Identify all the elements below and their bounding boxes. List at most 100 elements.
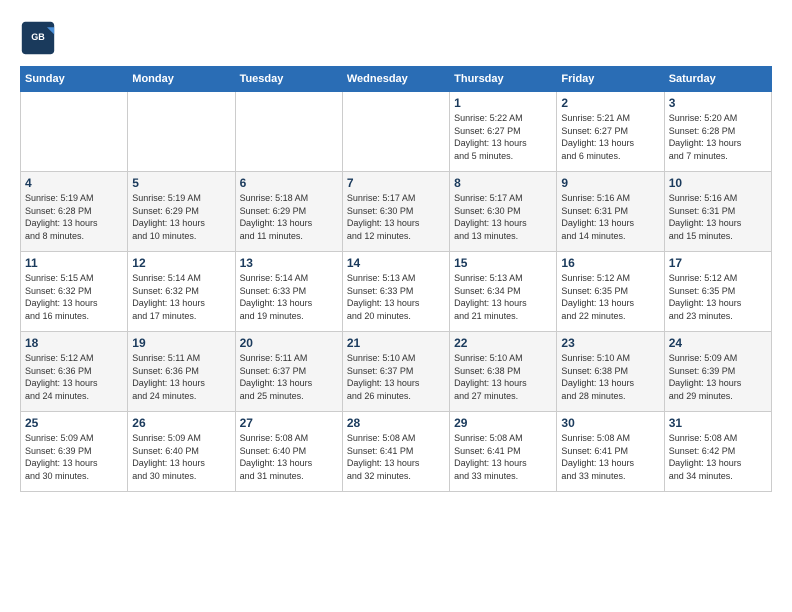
header-tuesday: Tuesday bbox=[235, 67, 342, 92]
day-info: Sunrise: 5:15 AM Sunset: 6:32 PM Dayligh… bbox=[25, 272, 123, 322]
day-info: Sunrise: 5:21 AM Sunset: 6:27 PM Dayligh… bbox=[561, 112, 659, 162]
day-number: 27 bbox=[240, 416, 338, 430]
page-header: GB bbox=[20, 20, 772, 56]
calendar-week-2: 4 Sunrise: 5:19 AM Sunset: 6:28 PM Daylig… bbox=[21, 172, 772, 252]
day-number: 6 bbox=[240, 176, 338, 190]
day-info: Sunrise: 5:19 AM Sunset: 6:29 PM Dayligh… bbox=[132, 192, 230, 242]
calendar-cell: 11 Sunrise: 5:15 AM Sunset: 6:32 PM Dayli… bbox=[21, 252, 128, 332]
calendar-table: SundayMondayTuesdayWednesdayThursdayFrid… bbox=[20, 66, 772, 492]
day-number: 18 bbox=[25, 336, 123, 350]
header-sunday: Sunday bbox=[21, 67, 128, 92]
calendar-cell: 18 Sunrise: 5:12 AM Sunset: 6:36 PM Dayli… bbox=[21, 332, 128, 412]
day-info: Sunrise: 5:22 AM Sunset: 6:27 PM Dayligh… bbox=[454, 112, 552, 162]
day-info: Sunrise: 5:17 AM Sunset: 6:30 PM Dayligh… bbox=[454, 192, 552, 242]
day-info: Sunrise: 5:18 AM Sunset: 6:29 PM Dayligh… bbox=[240, 192, 338, 242]
calendar-cell: 21Sunrise: 5:10 AM Sunset: 6:37 PM Dayli… bbox=[342, 332, 449, 412]
calendar-cell bbox=[235, 92, 342, 172]
day-info: Sunrise: 5:11 AM Sunset: 6:36 PM Dayligh… bbox=[132, 352, 230, 402]
header-monday: Monday bbox=[128, 67, 235, 92]
day-info: Sunrise: 5:08 AM Sunset: 6:41 PM Dayligh… bbox=[454, 432, 552, 482]
header-saturday: Saturday bbox=[664, 67, 771, 92]
calendar-cell: 19 Sunrise: 5:11 AM Sunset: 6:36 PM Dayli… bbox=[128, 332, 235, 412]
calendar-cell: 6 Sunrise: 5:18 AM Sunset: 6:29 PM Daylig… bbox=[235, 172, 342, 252]
svg-text:GB: GB bbox=[31, 32, 45, 42]
calendar-cell: 9 Sunrise: 5:16 AM Sunset: 6:31 PM Daylig… bbox=[557, 172, 664, 252]
calendar-cell: 31 Sunrise: 5:08 AM Sunset: 6:42 PM Dayli… bbox=[664, 412, 771, 492]
day-info: Sunrise: 5:08 AM Sunset: 6:41 PM Dayligh… bbox=[561, 432, 659, 482]
day-info: Sunrise: 5:09 AM Sunset: 6:40 PM Dayligh… bbox=[132, 432, 230, 482]
calendar-cell: 2Sunrise: 5:21 AM Sunset: 6:27 PM Daylig… bbox=[557, 92, 664, 172]
logo: GB bbox=[20, 20, 60, 56]
calendar-cell: 23 Sunrise: 5:10 AM Sunset: 6:38 PM Dayli… bbox=[557, 332, 664, 412]
day-number: 24 bbox=[669, 336, 767, 350]
day-number: 16 bbox=[561, 256, 659, 270]
day-number: 9 bbox=[561, 176, 659, 190]
day-info: Sunrise: 5:11 AM Sunset: 6:37 PM Dayligh… bbox=[240, 352, 338, 402]
calendar-cell: 13 Sunrise: 5:14 AM Sunset: 6:33 PM Dayli… bbox=[235, 252, 342, 332]
day-info: Sunrise: 5:12 AM Sunset: 6:36 PM Dayligh… bbox=[25, 352, 123, 402]
calendar-cell: 5 Sunrise: 5:19 AM Sunset: 6:29 PM Daylig… bbox=[128, 172, 235, 252]
header-wednesday: Wednesday bbox=[342, 67, 449, 92]
header-friday: Friday bbox=[557, 67, 664, 92]
calendar-cell: 26Sunrise: 5:09 AM Sunset: 6:40 PM Dayli… bbox=[128, 412, 235, 492]
calendar-cell: 17 Sunrise: 5:12 AM Sunset: 6:35 PM Dayli… bbox=[664, 252, 771, 332]
calendar-cell: 10Sunrise: 5:16 AM Sunset: 6:31 PM Dayli… bbox=[664, 172, 771, 252]
calendar-cell: 28 Sunrise: 5:08 AM Sunset: 6:41 PM Dayli… bbox=[342, 412, 449, 492]
day-number: 20 bbox=[240, 336, 338, 350]
calendar-cell: 7 Sunrise: 5:17 AM Sunset: 6:30 PM Daylig… bbox=[342, 172, 449, 252]
calendar-week-5: 25 Sunrise: 5:09 AM Sunset: 6:39 PM Dayli… bbox=[21, 412, 772, 492]
calendar-header-row: SundayMondayTuesdayWednesdayThursdayFrid… bbox=[21, 67, 772, 92]
day-info: Sunrise: 5:16 AM Sunset: 6:31 PM Dayligh… bbox=[561, 192, 659, 242]
calendar-cell: 20 Sunrise: 5:11 AM Sunset: 6:37 PM Dayli… bbox=[235, 332, 342, 412]
day-number: 25 bbox=[25, 416, 123, 430]
day-info: Sunrise: 5:09 AM Sunset: 6:39 PM Dayligh… bbox=[25, 432, 123, 482]
calendar-cell: 25 Sunrise: 5:09 AM Sunset: 6:39 PM Dayli… bbox=[21, 412, 128, 492]
calendar-cell: 15 Sunrise: 5:13 AM Sunset: 6:34 PM Dayli… bbox=[450, 252, 557, 332]
day-info: Sunrise: 5:10 AM Sunset: 6:38 PM Dayligh… bbox=[454, 352, 552, 402]
calendar-cell bbox=[342, 92, 449, 172]
calendar-cell: 16 Sunrise: 5:12 AM Sunset: 6:35 PM Dayli… bbox=[557, 252, 664, 332]
day-info: Sunrise: 5:08 AM Sunset: 6:40 PM Dayligh… bbox=[240, 432, 338, 482]
calendar-cell: 14Sunrise: 5:13 AM Sunset: 6:33 PM Dayli… bbox=[342, 252, 449, 332]
day-number: 5 bbox=[132, 176, 230, 190]
day-number: 21 bbox=[347, 336, 445, 350]
calendar-cell: 8 Sunrise: 5:17 AM Sunset: 6:30 PM Daylig… bbox=[450, 172, 557, 252]
day-number: 19 bbox=[132, 336, 230, 350]
calendar-cell: 29 Sunrise: 5:08 AM Sunset: 6:41 PM Dayli… bbox=[450, 412, 557, 492]
day-info: Sunrise: 5:12 AM Sunset: 6:35 PM Dayligh… bbox=[561, 272, 659, 322]
day-number: 15 bbox=[454, 256, 552, 270]
day-number: 4 bbox=[25, 176, 123, 190]
calendar-cell: 24 Sunrise: 5:09 AM Sunset: 6:39 PM Dayli… bbox=[664, 332, 771, 412]
day-number: 11 bbox=[25, 256, 123, 270]
calendar-cell bbox=[128, 92, 235, 172]
day-number: 7 bbox=[347, 176, 445, 190]
day-info: Sunrise: 5:08 AM Sunset: 6:41 PM Dayligh… bbox=[347, 432, 445, 482]
day-info: Sunrise: 5:10 AM Sunset: 6:38 PM Dayligh… bbox=[561, 352, 659, 402]
day-info: Sunrise: 5:16 AM Sunset: 6:31 PM Dayligh… bbox=[669, 192, 767, 242]
calendar-cell: 22 Sunrise: 5:10 AM Sunset: 6:38 PM Dayli… bbox=[450, 332, 557, 412]
day-number: 1 bbox=[454, 96, 552, 110]
day-info: Sunrise: 5:13 AM Sunset: 6:33 PM Dayligh… bbox=[347, 272, 445, 322]
day-number: 13 bbox=[240, 256, 338, 270]
day-number: 23 bbox=[561, 336, 659, 350]
day-number: 17 bbox=[669, 256, 767, 270]
logo-icon: GB bbox=[20, 20, 56, 56]
day-number: 29 bbox=[454, 416, 552, 430]
calendar-cell: 4 Sunrise: 5:19 AM Sunset: 6:28 PM Daylig… bbox=[21, 172, 128, 252]
day-number: 22 bbox=[454, 336, 552, 350]
day-info: Sunrise: 5:14 AM Sunset: 6:33 PM Dayligh… bbox=[240, 272, 338, 322]
day-number: 3 bbox=[669, 96, 767, 110]
day-number: 28 bbox=[347, 416, 445, 430]
day-info: Sunrise: 5:17 AM Sunset: 6:30 PM Dayligh… bbox=[347, 192, 445, 242]
day-info: Sunrise: 5:08 AM Sunset: 6:42 PM Dayligh… bbox=[669, 432, 767, 482]
day-info: Sunrise: 5:19 AM Sunset: 6:28 PM Dayligh… bbox=[25, 192, 123, 242]
day-info: Sunrise: 5:13 AM Sunset: 6:34 PM Dayligh… bbox=[454, 272, 552, 322]
calendar-cell: 27 Sunrise: 5:08 AM Sunset: 6:40 PM Dayli… bbox=[235, 412, 342, 492]
day-number: 31 bbox=[669, 416, 767, 430]
calendar-cell: 3Sunrise: 5:20 AM Sunset: 6:28 PM Daylig… bbox=[664, 92, 771, 172]
day-number: 8 bbox=[454, 176, 552, 190]
day-number: 12 bbox=[132, 256, 230, 270]
day-info: Sunrise: 5:09 AM Sunset: 6:39 PM Dayligh… bbox=[669, 352, 767, 402]
day-info: Sunrise: 5:12 AM Sunset: 6:35 PM Dayligh… bbox=[669, 272, 767, 322]
day-info: Sunrise: 5:14 AM Sunset: 6:32 PM Dayligh… bbox=[132, 272, 230, 322]
